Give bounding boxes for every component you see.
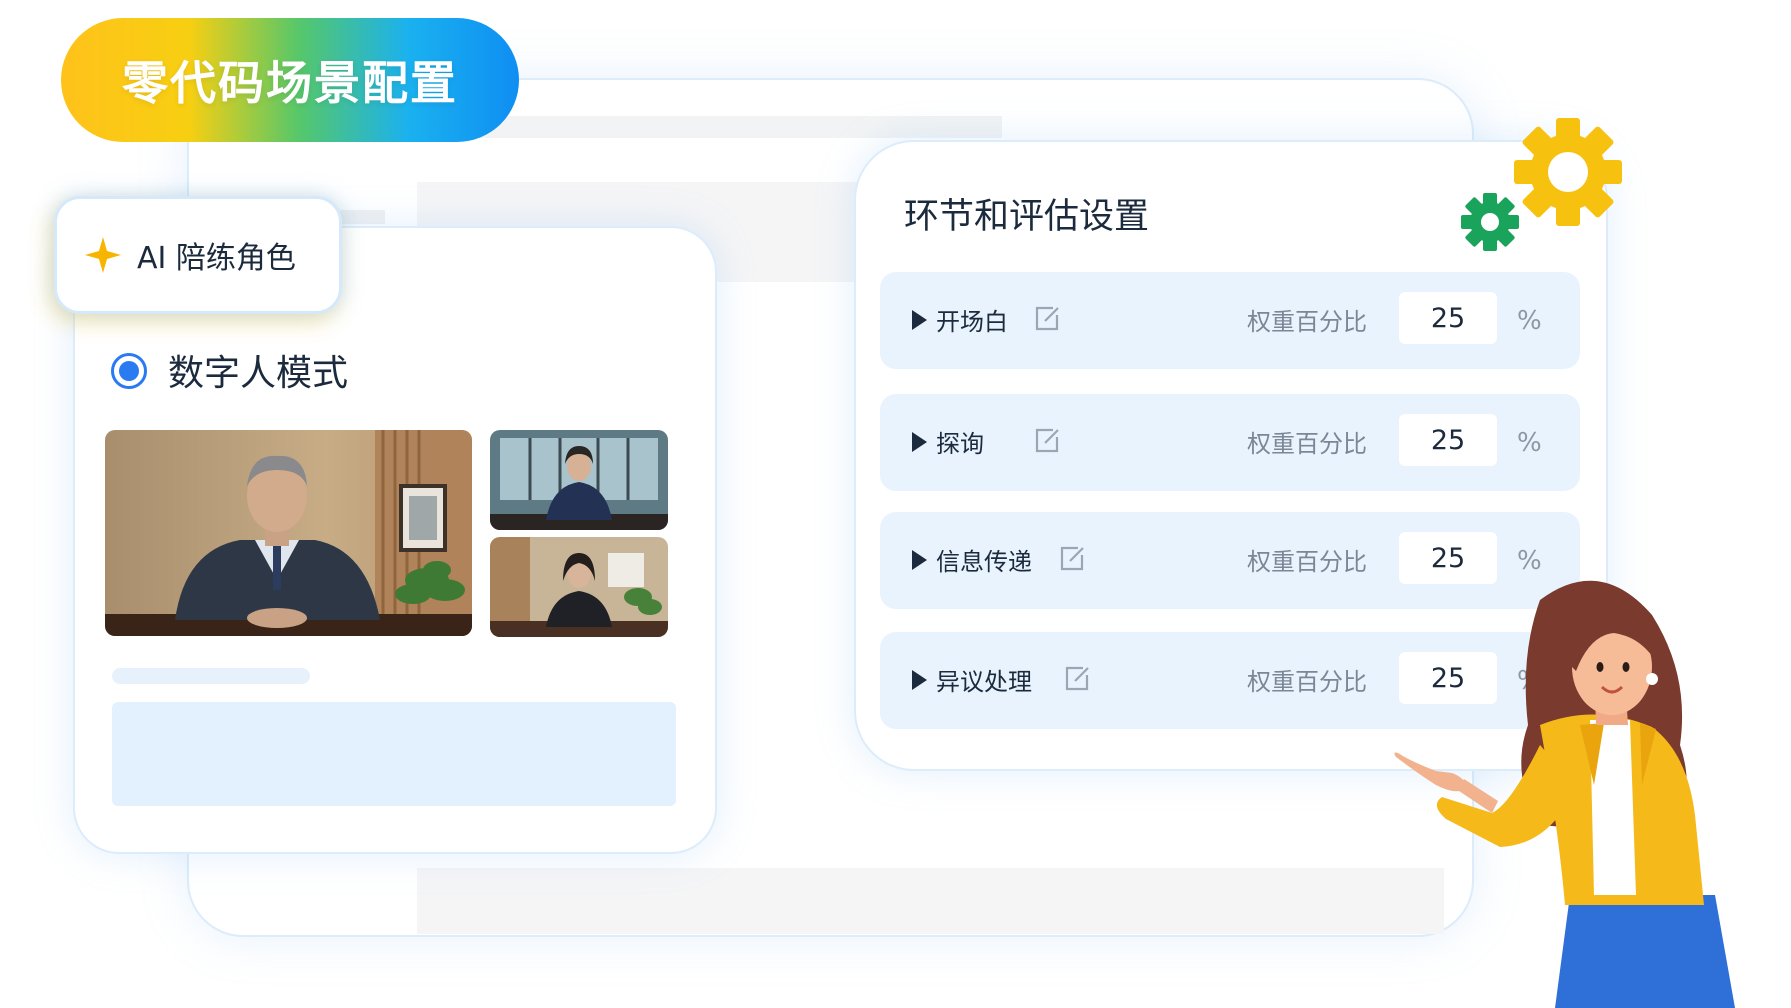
digital-human-mode-label: 数字人模式: [168, 353, 349, 394]
percent-symbol: %: [1517, 428, 1542, 458]
bg-placeholder-small: [340, 210, 385, 224]
banner-title-pill: 零代码场景配置: [61, 18, 519, 142]
weight-value: 25: [1430, 542, 1466, 574]
ai-role-pill[interactable]: AI 陪练角色: [54, 196, 342, 314]
settings-title: 环节和评估设置: [904, 197, 1150, 237]
edit-icon[interactable]: [1033, 305, 1061, 333]
weight-label: 权重百分比: [1247, 430, 1367, 458]
avatar-woman-2[interactable]: [490, 537, 668, 637]
stage-name: 探询: [936, 430, 984, 458]
weight-label: 权重百分比: [1247, 668, 1367, 696]
weight-value: 25: [1430, 424, 1466, 456]
stage-name: 异议处理: [936, 668, 1032, 696]
expand-arrow-icon[interactable]: [912, 310, 927, 330]
stage-row[interactable]: 探询 权重百分比 25 %: [880, 394, 1580, 491]
sparkle-icon: [85, 237, 121, 273]
weight-label: 权重百分比: [1247, 548, 1367, 576]
placeholder-line: [112, 668, 310, 684]
large-gear-icon: [1514, 118, 1622, 226]
edit-icon[interactable]: [1033, 427, 1061, 455]
weight-input[interactable]: 25: [1399, 414, 1497, 466]
placeholder-block: [112, 702, 676, 806]
avatar-woman-1[interactable]: [490, 430, 668, 530]
weight-input[interactable]: 25: [1399, 292, 1497, 344]
stage-name: 开场白: [936, 308, 1008, 336]
expand-arrow-icon[interactable]: [912, 670, 927, 690]
stage-name: 信息传递: [936, 548, 1032, 576]
ai-role-label: AI 陪练角色: [137, 241, 296, 276]
bg-placeholder-footer: [417, 868, 1444, 934]
small-gear-icon: [1461, 193, 1519, 251]
stage-row[interactable]: 开场白 权重百分比 25 %: [880, 272, 1580, 369]
expand-arrow-icon[interactable]: [912, 432, 927, 452]
avatar-man[interactable]: [105, 430, 472, 636]
weight-label: 权重百分比: [1247, 308, 1367, 336]
percent-symbol: %: [1517, 546, 1542, 576]
digital-human-radio[interactable]: [111, 353, 147, 389]
presenter-illustration: [1394, 580, 1735, 1008]
percent-symbol: %: [1517, 306, 1542, 336]
bg-placeholder-bar: [420, 116, 1002, 138]
edit-icon[interactable]: [1063, 665, 1091, 693]
expand-arrow-icon[interactable]: [912, 550, 927, 570]
banner-title: 零代码场景配置: [122, 56, 458, 110]
edit-icon[interactable]: [1058, 545, 1086, 573]
weight-value: 25: [1430, 302, 1466, 334]
